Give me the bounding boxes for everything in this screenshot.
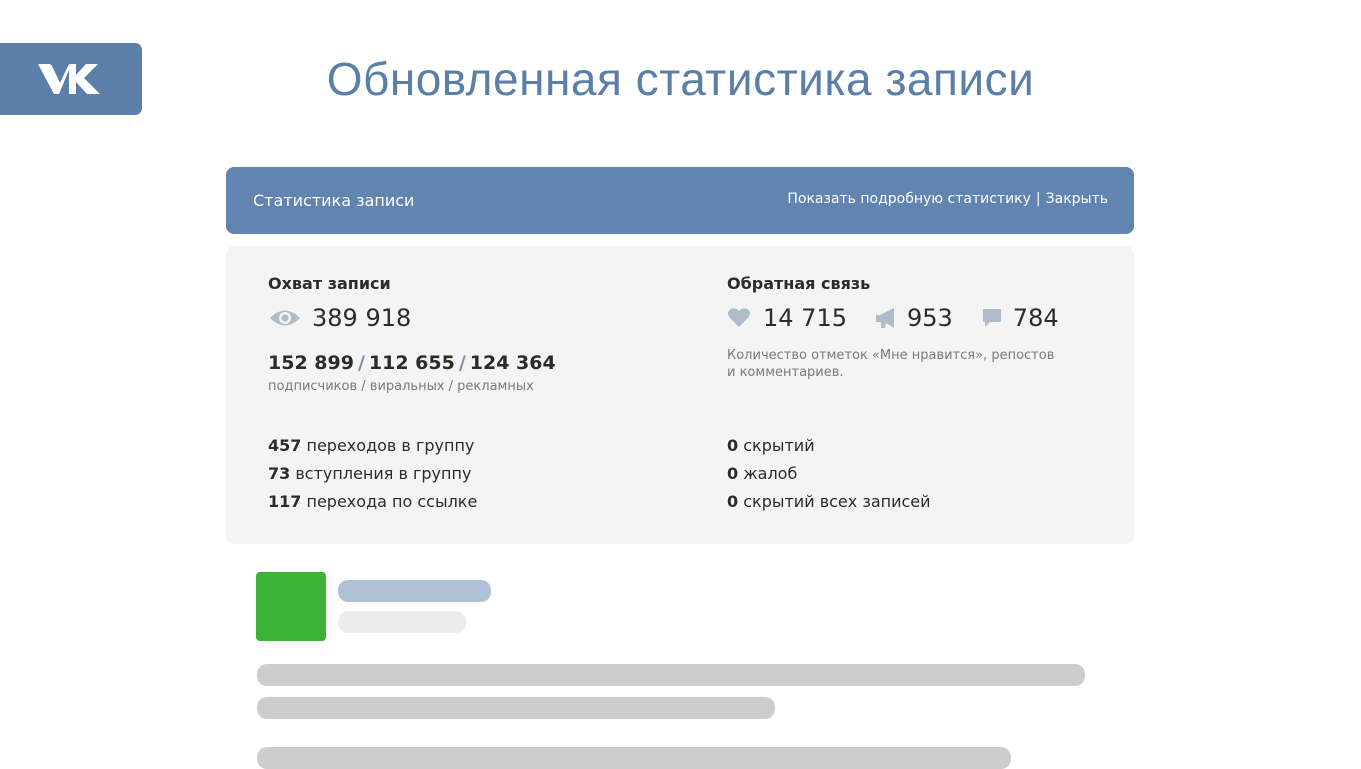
link-clicks-label: перехода по ссылке — [306, 492, 478, 511]
reach-subscribers: 152 899 — [268, 352, 354, 374]
feedback-caption: Количество отметок «Мне нравится», репос… — [727, 347, 1054, 381]
slide-title: Обновленная статистика записи — [0, 52, 1361, 106]
stats-body: Охват записи 389 918 152 899/112 655/124… — [226, 246, 1134, 544]
slash: / — [357, 352, 365, 374]
list-item: 0 скрытий — [727, 432, 931, 460]
feedback-caption-line2: и комментариев. — [727, 365, 844, 380]
complaints-count: 0 — [727, 464, 739, 483]
feedback-counts-row: 14 715 953 784 — [727, 304, 1059, 332]
list-item: 73 вступления в группу — [268, 460, 477, 488]
reach-title: Охват записи — [268, 274, 391, 293]
feedback-title: Обратная связь — [727, 274, 871, 293]
stats-panel-title: Статистика записи — [253, 191, 415, 210]
post-avatar — [256, 572, 326, 641]
list-item: 457 переходов в группу — [268, 432, 477, 460]
comments-count: 784 — [1012, 304, 1059, 332]
reach-ads: 124 364 — [469, 352, 556, 374]
list-item: 0 жалоб — [727, 460, 931, 488]
reach-total-row: 389 918 — [268, 304, 411, 332]
slash: / — [458, 352, 466, 374]
show-details-link[interactable]: Показать подробную статистику — [787, 191, 1031, 207]
joins-label: вступления в группу — [295, 464, 472, 483]
eye-icon — [268, 305, 302, 331]
post-text-placeholder — [257, 664, 1085, 686]
close-link[interactable]: Закрыть — [1046, 191, 1108, 207]
comment-icon — [981, 307, 1003, 329]
post-author-placeholder — [338, 580, 491, 602]
joins-count: 73 — [268, 464, 291, 483]
hidden-label: скрытий — [743, 436, 815, 455]
stats-header: Статистика записи Показать подробную ста… — [226, 167, 1134, 234]
list-item: 0 скрытий всех записей — [727, 488, 931, 516]
hide-all-count: 0 — [727, 492, 739, 511]
transitions-count: 457 — [268, 436, 302, 455]
feedback-caption-line1: Количество отметок «Мне нравится», репос… — [727, 348, 1055, 363]
likes-count: 14 715 — [763, 304, 847, 332]
transitions-label: переходов в группу — [306, 436, 475, 455]
reach-actions-list: 457 переходов в группу 73 вступления в г… — [268, 432, 477, 516]
complaints-label: жалоб — [743, 464, 798, 483]
feedback-negative-list: 0 скрытий 0 жалоб 0 скрытий всех записей — [727, 432, 931, 516]
list-item: 117 перехода по ссылке — [268, 488, 477, 516]
reach-total: 389 918 — [312, 304, 412, 332]
reach-breakdown: 152 899/112 655/124 364 — [268, 352, 556, 374]
slide-title-text: Обновленная статистика записи — [326, 53, 1035, 105]
heart-icon — [727, 307, 751, 329]
link-clicks-count: 117 — [268, 492, 302, 511]
post-date-placeholder — [338, 611, 466, 633]
breakdown-caption: подписчиков / виральных / рекламных — [268, 379, 534, 394]
header-links: Показать подробную статистику | Закрыть — [787, 191, 1108, 207]
reach-viral: 112 655 — [368, 352, 455, 374]
hidden-count: 0 — [727, 436, 739, 455]
post-text-placeholder — [257, 697, 775, 719]
megaphone-icon — [875, 307, 897, 329]
reposts-count: 953 — [906, 304, 953, 332]
hide-all-label: скрытий всех записей — [743, 492, 931, 511]
link-separator: | — [1035, 191, 1041, 207]
